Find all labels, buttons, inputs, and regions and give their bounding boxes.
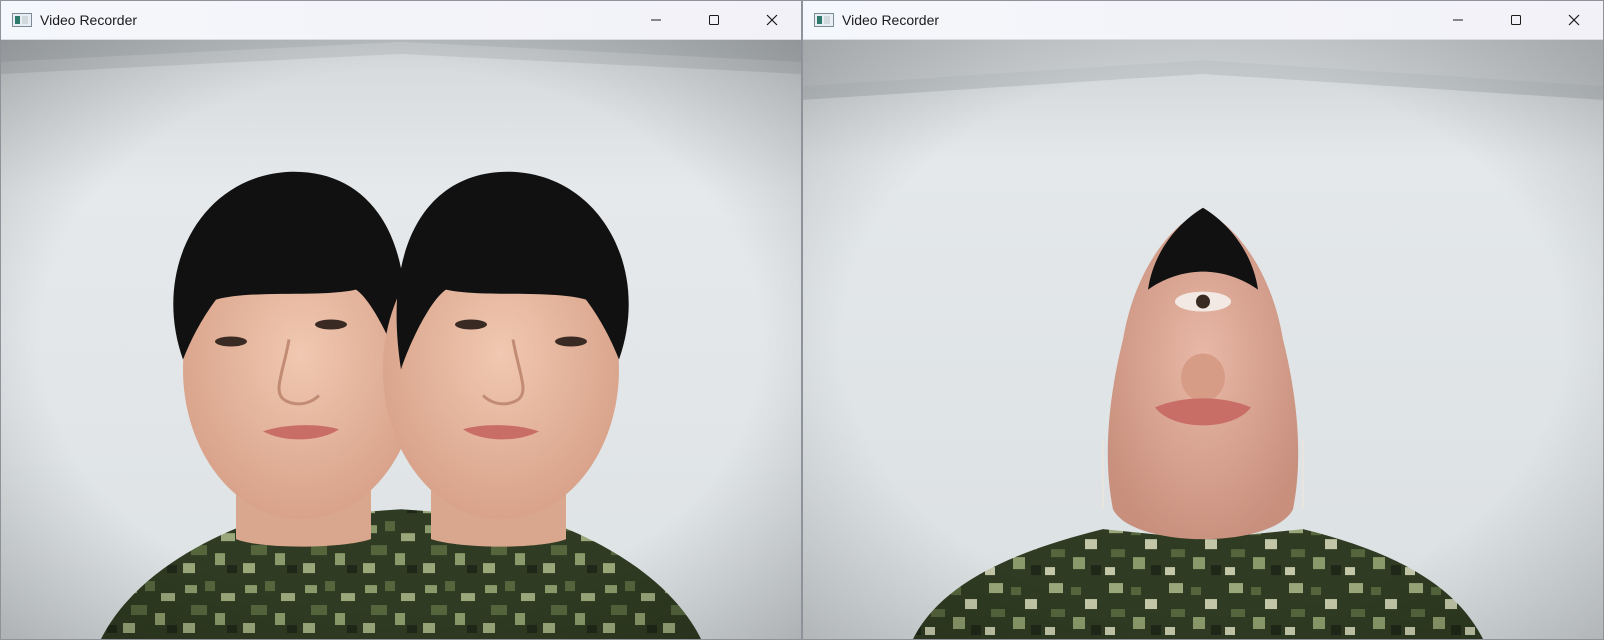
close-button[interactable] (1545, 1, 1603, 39)
webcam-feed-mirrored-face (1, 40, 801, 639)
minimize-icon (651, 19, 661, 21)
maximize-button[interactable] (1487, 1, 1545, 39)
title-bar[interactable]: Video Recorder (1, 1, 801, 40)
close-button[interactable] (743, 1, 801, 39)
app-window-icon (12, 13, 32, 27)
minimize-icon (1453, 19, 1463, 21)
minimize-button[interactable] (627, 1, 685, 39)
app-window-icon (814, 13, 834, 27)
close-icon (1568, 14, 1580, 26)
minimize-button[interactable] (1429, 1, 1487, 39)
close-icon (766, 14, 778, 26)
maximize-icon (1511, 15, 1521, 25)
title-bar[interactable]: Video Recorder (803, 1, 1603, 40)
maximize-icon (709, 15, 719, 25)
window-title: Video Recorder (842, 12, 940, 28)
maximize-button[interactable] (685, 1, 743, 39)
video-recorder-window-left: Video Recorder (0, 0, 802, 640)
window-title: Video Recorder (40, 12, 138, 28)
video-recorder-window-right: Video Recorder (802, 0, 1604, 640)
webcam-feed-warped-face (803, 40, 1603, 639)
